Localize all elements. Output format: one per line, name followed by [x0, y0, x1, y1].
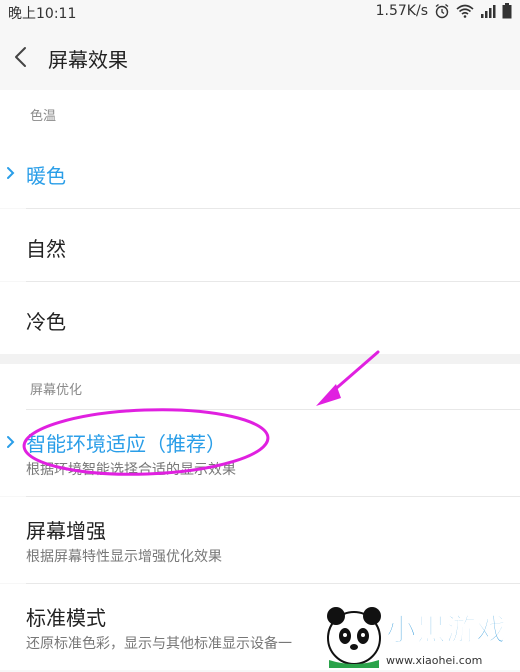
- page-title: 屏幕效果: [48, 48, 128, 72]
- status-time: 晚上10:11: [8, 6, 77, 22]
- option-enhance[interactable]: 屏幕增强 根据屏幕特性显示增强优化效果: [0, 497, 520, 583]
- battery-icon: [502, 3, 512, 19]
- network-speed: 1.57K/s: [375, 3, 428, 19]
- panda-logo-icon: [327, 607, 381, 668]
- section-gap: [0, 354, 520, 364]
- wifi-icon: [456, 4, 474, 18]
- watermark-logo: 小黑游戏 www.xiaohei.com: [324, 598, 514, 668]
- watermark-url-text: www.xiaohei.com: [386, 654, 482, 667]
- option-label: 自然: [26, 237, 66, 261]
- title-bar: 屏幕效果: [0, 24, 520, 90]
- section-title-screen-opt: 屏幕优化: [30, 383, 83, 398]
- alarm-icon: [434, 3, 450, 19]
- option-smart-adapt[interactable]: 智能环境适应（推荐） 根据环境智能选择合适的显示效果: [0, 410, 520, 496]
- option-cool[interactable]: 冷色: [0, 282, 520, 354]
- option-label: 暖色: [26, 164, 66, 188]
- signal-icon: [480, 4, 496, 18]
- option-natural[interactable]: 自然: [0, 209, 520, 281]
- option-desc: 根据环境智能选择合适的显示效果: [26, 462, 236, 478]
- option-label: 智能环境适应（推荐）: [26, 432, 226, 456]
- section-header-screen-opt: 屏幕优化: [0, 364, 520, 410]
- watermark-brand-text: 小黑游戏: [386, 613, 506, 648]
- back-icon[interactable]: [12, 46, 30, 68]
- option-label: 冷色: [26, 310, 66, 334]
- option-warm[interactable]: 暖色: [0, 136, 520, 208]
- status-bar: 晚上10:11 1.57K/s: [0, 0, 520, 24]
- option-label: 标准模式: [26, 606, 106, 630]
- option-label: 屏幕增强: [26, 519, 106, 543]
- section-title-color-temp: 色温: [30, 109, 57, 124]
- status-right: 1.57K/s: [376, 3, 512, 19]
- option-desc: 还原标准色彩，显示与其他标准显示设备一: [26, 636, 292, 652]
- checkmark-icon: [4, 434, 18, 448]
- option-desc: 根据屏幕特性显示增强优化效果: [26, 549, 222, 565]
- section-header-color-temp: 色温: [0, 90, 520, 136]
- checkmark-icon: [4, 165, 18, 179]
